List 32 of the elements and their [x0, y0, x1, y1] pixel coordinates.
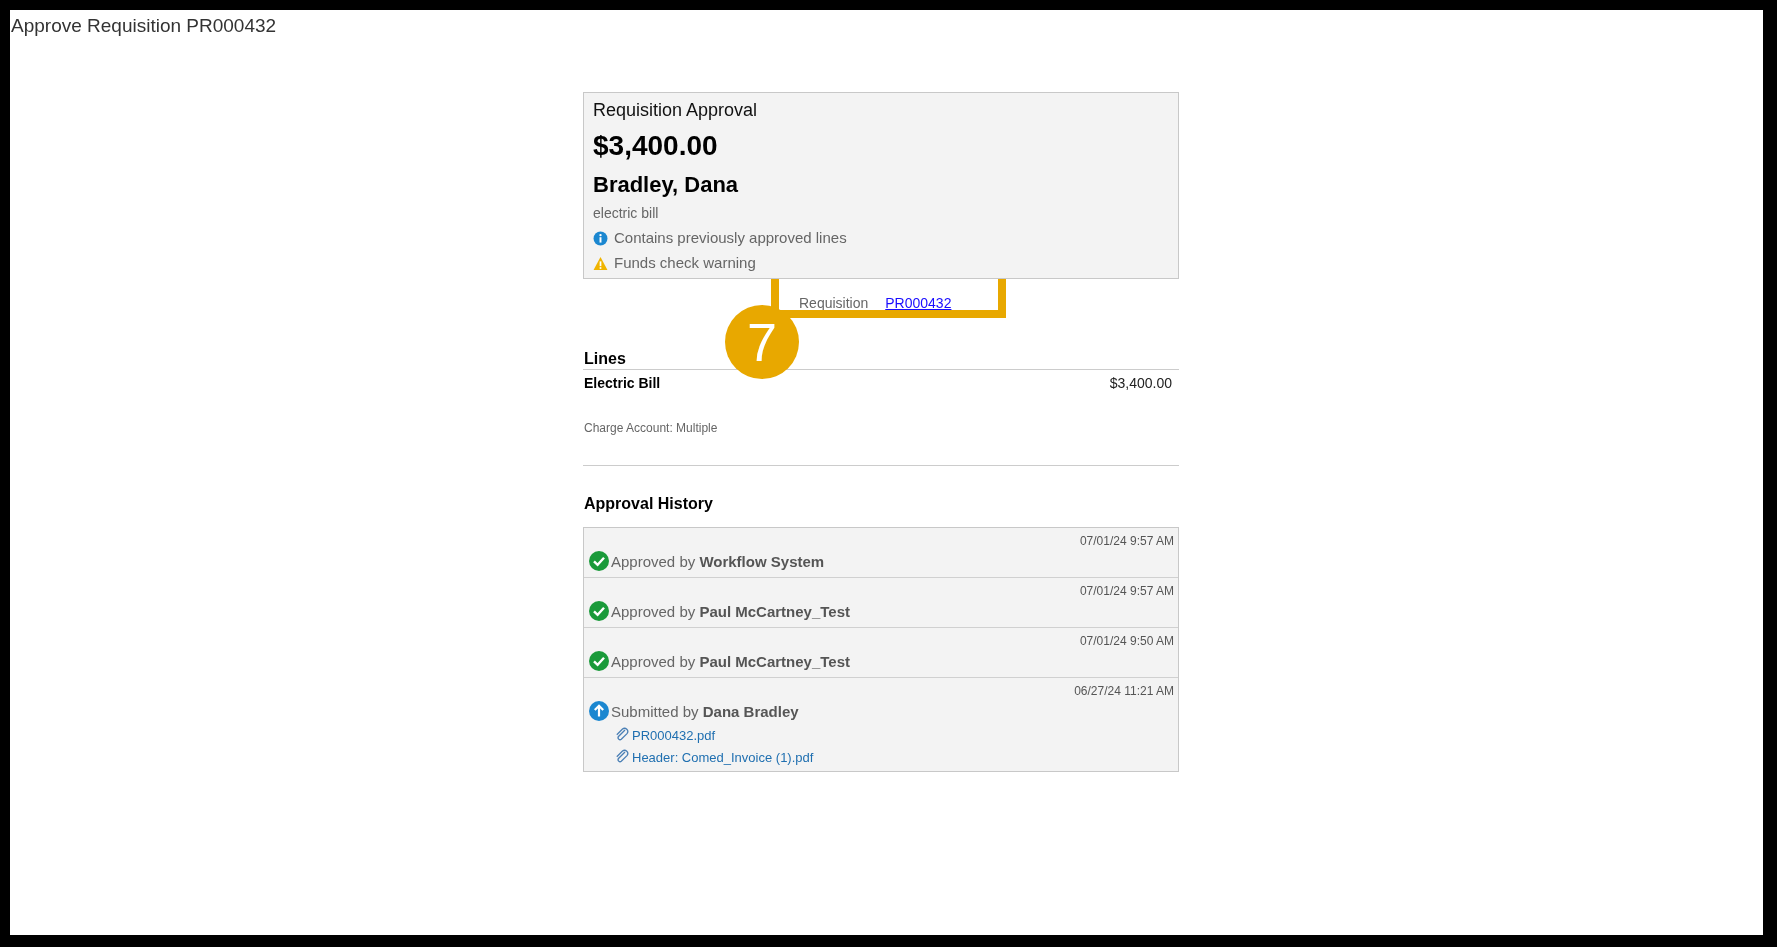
check-icon: [589, 551, 609, 571]
charge-account: Charge Account: Multiple: [584, 421, 719, 435]
requisition-label: Requisition: [799, 294, 869, 311]
history-timestamp: 06/27/24 11:21 AM: [1074, 684, 1174, 698]
line-name: Electric Bill: [584, 375, 661, 391]
warning-icon: [593, 255, 608, 271]
check-icon: [589, 601, 609, 621]
history-timestamp: 07/01/24 9:50 AM: [1079, 634, 1174, 648]
line-amount: $3,400.00: [1109, 375, 1172, 391]
check-icon: [589, 651, 609, 671]
description: electric bill: [593, 204, 660, 222]
history-timestamp: 07/01/24 9:57 AM: [1079, 534, 1174, 548]
section-heading: Approval History: [583, 494, 714, 514]
requisition-link[interactable]: PR000432: [885, 294, 952, 311]
paperclip-icon: [614, 749, 630, 765]
attachment-link[interactable]: PR000432.pdf: [632, 727, 716, 743]
amount: $3,400.00: [593, 130, 719, 162]
page-title: Approve Requisition PR000432: [10, 14, 278, 37]
attachment-link[interactable]: Header: Comed_Invoice (1).pdf: [632, 749, 814, 765]
paperclip-icon: [614, 727, 630, 743]
history-entry-text: Approved by Workflow System: [611, 552, 825, 570]
notice-text: Funds check warning: [614, 254, 756, 272]
notice-text: Contains previously approved lines: [614, 229, 847, 247]
history-entry-text: Approved by Paul McCartney_Test: [611, 602, 850, 620]
history-entry-text: Approved by Paul McCartney_Test: [611, 652, 850, 670]
history-entry-text: Submitted by Dana Bradley: [611, 702, 799, 720]
requester-name: Bradley, Dana: [593, 172, 740, 198]
section-heading: Lines: [583, 349, 627, 369]
step-number-badge: 7: [725, 305, 799, 379]
info-icon: [593, 230, 608, 246]
history-timestamp: 07/01/24 9:57 AM: [1079, 584, 1174, 598]
card-heading: Requisition Approval: [593, 99, 759, 121]
